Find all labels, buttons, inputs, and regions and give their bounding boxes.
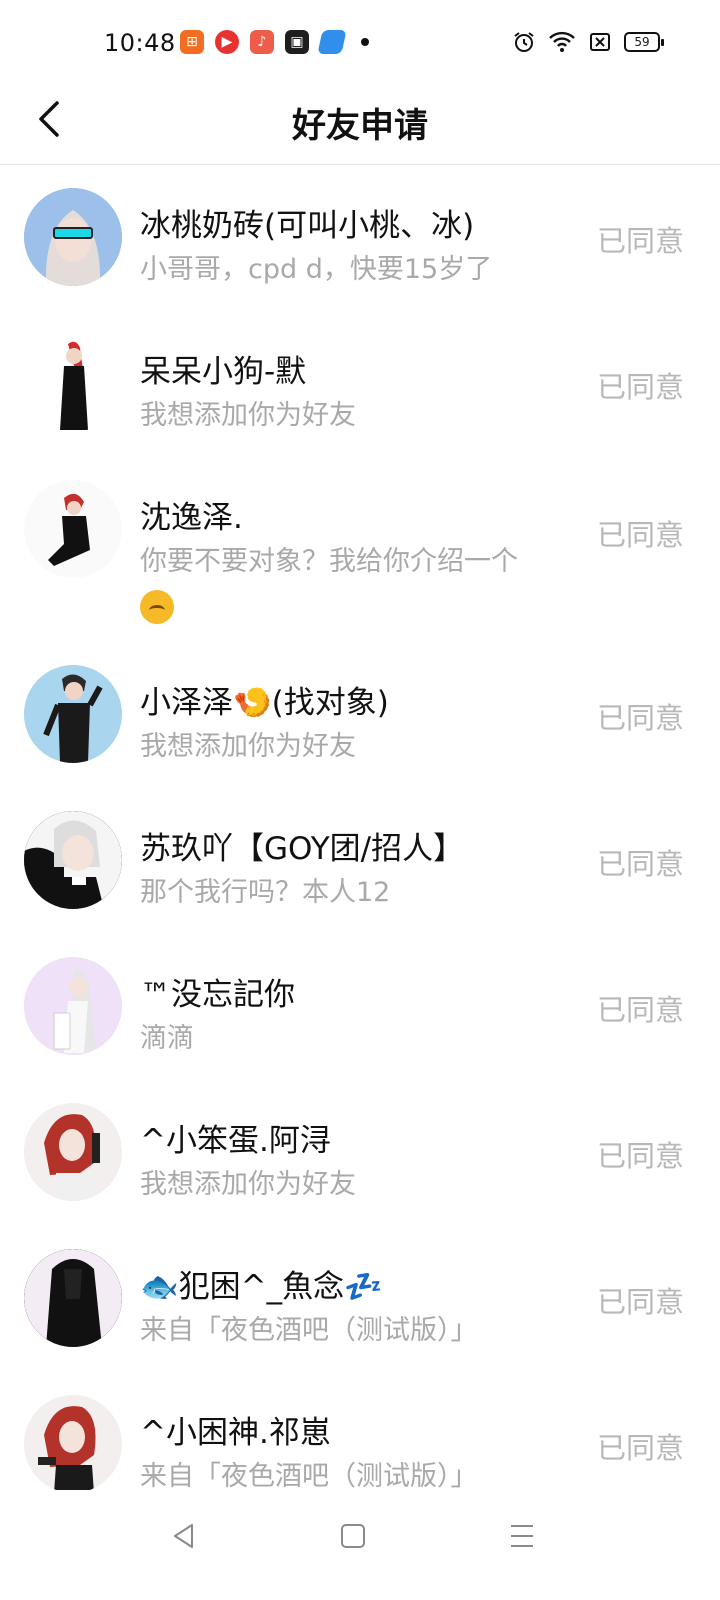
status-bar: 10:48 ⊞ ▶ ♪ ▣ 59 — [0, 0, 720, 90]
no-sim-icon — [590, 33, 610, 51]
avatar — [24, 334, 122, 432]
friend-request-item[interactable]: 呆呆小狗-默 我想添加你为好友 已同意 — [0, 312, 720, 458]
accepted-status: 已同意 — [596, 1139, 684, 1173]
app-notification-icon: ⊞ — [180, 30, 204, 54]
accepted-status: 已同意 — [596, 847, 684, 881]
request-message-text: 你要不要对象？我给你介绍一个 — [140, 546, 518, 577]
system-icons: 59 — [500, 30, 664, 54]
avatar — [24, 665, 122, 763]
nav-home-button[interactable] — [323, 1506, 383, 1566]
request-message: 我想添加你为好友 — [140, 1169, 356, 1200]
accepted-status: 已同意 — [596, 518, 684, 552]
system-navigation-bar — [0, 1490, 720, 1600]
notification-icons: ⊞ ▶ ♪ ▣ — [180, 30, 369, 54]
friend-request-item[interactable]: 苏玖吖【GOY团/招人】 那个我行吗？本人12 已同意 — [0, 789, 720, 935]
requester-name: 苏玖吖【GOY团/招人】 — [140, 831, 465, 867]
request-message: 我想添加你为好友 — [140, 400, 356, 431]
avatar — [24, 480, 122, 578]
blue-app-icon — [317, 30, 347, 54]
music-app-icon: ♪ — [250, 30, 274, 54]
requester-name: ^小困神.祁崽 — [140, 1415, 331, 1451]
avatar — [24, 1249, 122, 1347]
requester-name: ™没忘記你 — [140, 977, 295, 1013]
request-message: 滴滴 — [140, 1023, 194, 1054]
page-title: 好友申请 — [292, 106, 428, 146]
avatar — [24, 811, 122, 909]
battery-icon: 59 — [624, 32, 664, 52]
friend-request-list: 冰桃奶砖(可叫小桃、冰) 小哥哥，cpd d，快要15岁了 已同意 呆呆小狗-默… — [0, 166, 720, 1519]
more-notifications-icon — [361, 38, 369, 46]
avatar — [24, 1395, 122, 1493]
request-message: 你要不要对象？我给你介绍一个 — [140, 540, 560, 628]
avatar — [24, 188, 122, 286]
alarm-icon — [514, 32, 534, 52]
request-message: 小哥哥，cpd d，快要15岁了 — [140, 254, 493, 285]
request-message: 那个我行吗？本人12 — [140, 877, 391, 908]
accepted-status: 已同意 — [596, 370, 684, 404]
nav-back-icon — [174, 1524, 193, 1548]
requester-name: 🐟犯困^_魚念💤 — [140, 1269, 383, 1305]
avatar — [24, 957, 122, 1055]
nav-back-button[interactable] — [154, 1506, 214, 1566]
video-recorder-icon: ▣ — [285, 30, 309, 54]
requester-name: 沈逸泽. — [140, 500, 243, 536]
friend-request-item[interactable]: ™没忘記你 滴滴 已同意 — [0, 935, 720, 1081]
upside-down-face-icon — [140, 589, 174, 624]
request-message: 来自「夜色酒吧（测试版）」 — [140, 1315, 478, 1346]
video-app-icon: ▶ — [215, 30, 239, 54]
requester-name: 小泽泽🍤(找对象) — [140, 685, 389, 721]
request-message: 我想添加你为好友 — [140, 731, 356, 762]
status-time: 10:48 — [104, 29, 176, 57]
friend-request-item[interactable]: 沈逸泽. 你要不要对象？我给你介绍一个 已同意 — [0, 458, 720, 643]
requester-name: 呆呆小狗-默 — [140, 354, 307, 390]
nav-menu-icon — [511, 1525, 533, 1547]
accepted-status: 已同意 — [596, 993, 684, 1027]
accepted-status: 已同意 — [596, 1431, 684, 1465]
accepted-status: 已同意 — [596, 1285, 684, 1319]
friend-request-item[interactable]: ^小笨蛋.阿浔 我想添加你为好友 已同意 — [0, 1081, 720, 1227]
nav-home-icon — [341, 1524, 365, 1548]
requester-name: ^小笨蛋.阿浔 — [140, 1123, 331, 1159]
accepted-status: 已同意 — [596, 701, 684, 735]
nav-menu-button[interactable] — [492, 1506, 552, 1566]
top-navigation-bar: 好友申请 — [0, 90, 720, 165]
friend-request-item[interactable]: 🐟犯困^_魚念💤 来自「夜色酒吧（测试版）」 已同意 — [0, 1227, 720, 1373]
friend-request-item[interactable]: 冰桃奶砖(可叫小桃、冰) 小哥哥，cpd d，快要15岁了 已同意 — [0, 166, 720, 312]
accepted-status: 已同意 — [596, 224, 684, 258]
friend-request-item[interactable]: 小泽泽🍤(找对象) 我想添加你为好友 已同意 — [0, 643, 720, 789]
wifi-icon — [549, 31, 575, 52]
avatar — [24, 1103, 122, 1201]
requester-name: 冰桃奶砖(可叫小桃、冰) — [140, 208, 475, 244]
